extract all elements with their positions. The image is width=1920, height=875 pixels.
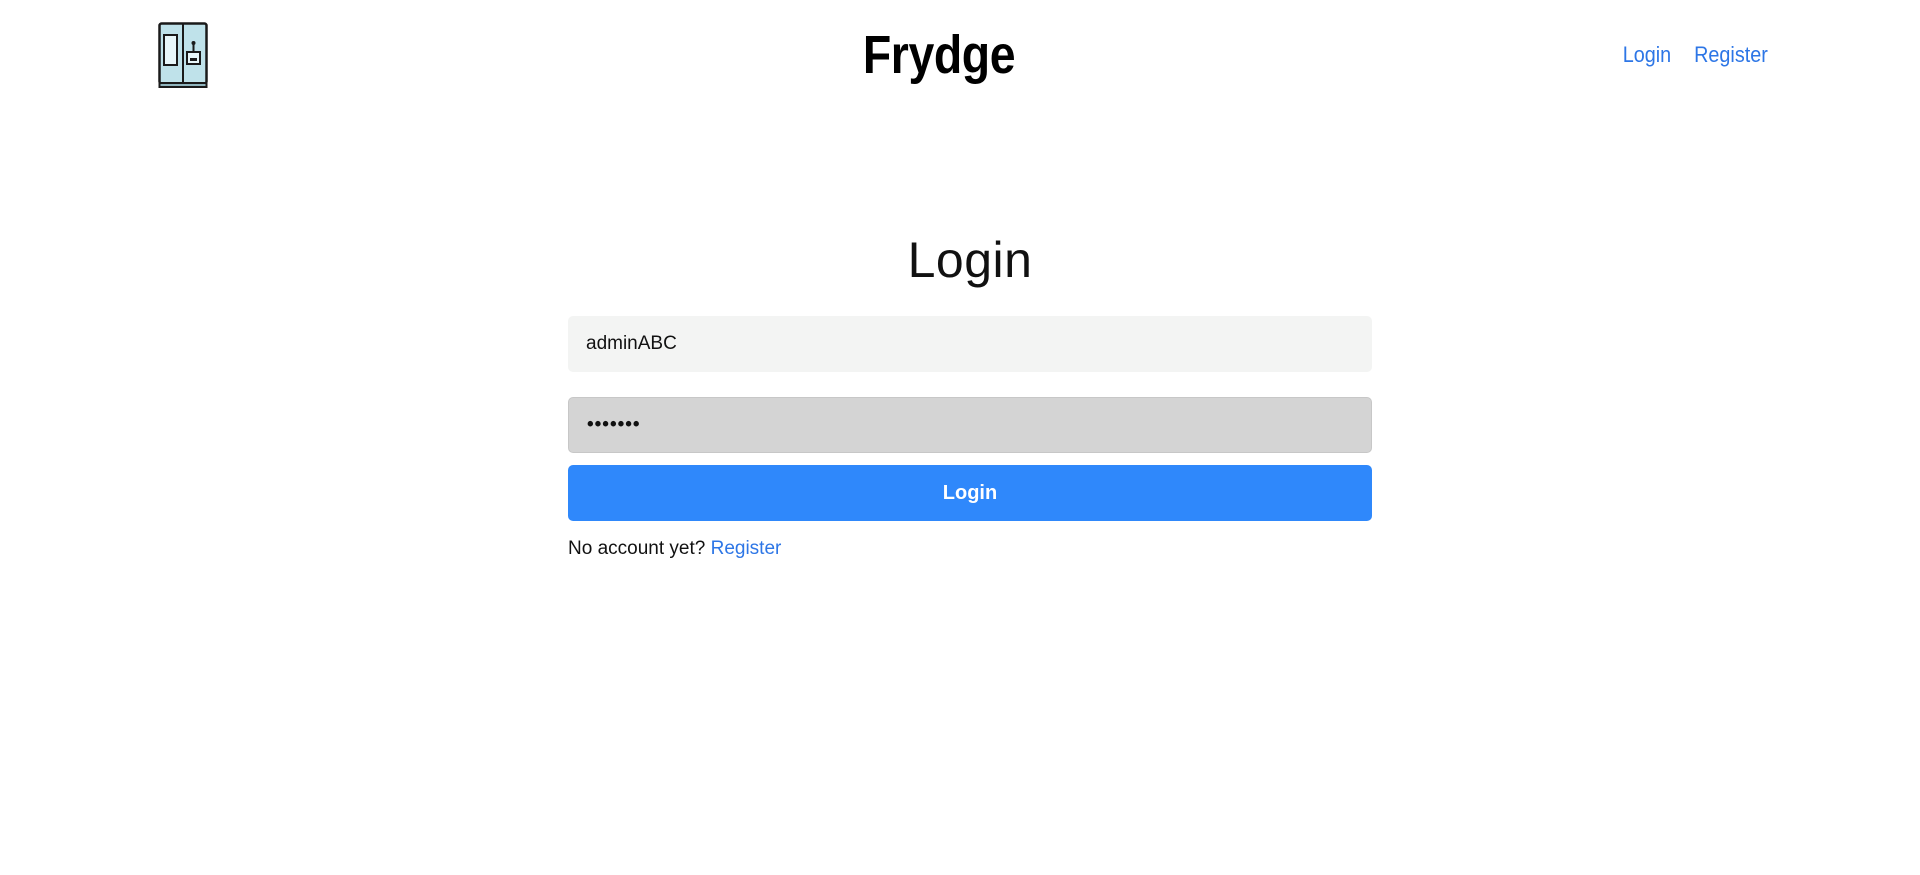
register-prompt: No account yet? Register: [568, 535, 1372, 563]
no-account-text: No account yet?: [568, 538, 706, 559]
nav-login-link[interactable]: Login: [1623, 38, 1671, 72]
nav-links: Login Register: [1620, 38, 1772, 72]
login-form: Login Login No account yet? Register: [568, 228, 1372, 563]
password-field[interactable]: [568, 397, 1372, 453]
nav-register-link[interactable]: Register: [1694, 38, 1768, 72]
page-title: Login: [907, 232, 1033, 288]
login-button[interactable]: Login: [568, 465, 1372, 521]
login-page: Frydge Login Register Login Login No acc…: [0, 0, 1920, 875]
register-link[interactable]: Register: [711, 538, 782, 559]
top-navbar: Frydge Login Register: [0, 0, 1920, 110]
username-field[interactable]: [568, 316, 1372, 372]
brand-title: Frydge: [862, 25, 1016, 85]
